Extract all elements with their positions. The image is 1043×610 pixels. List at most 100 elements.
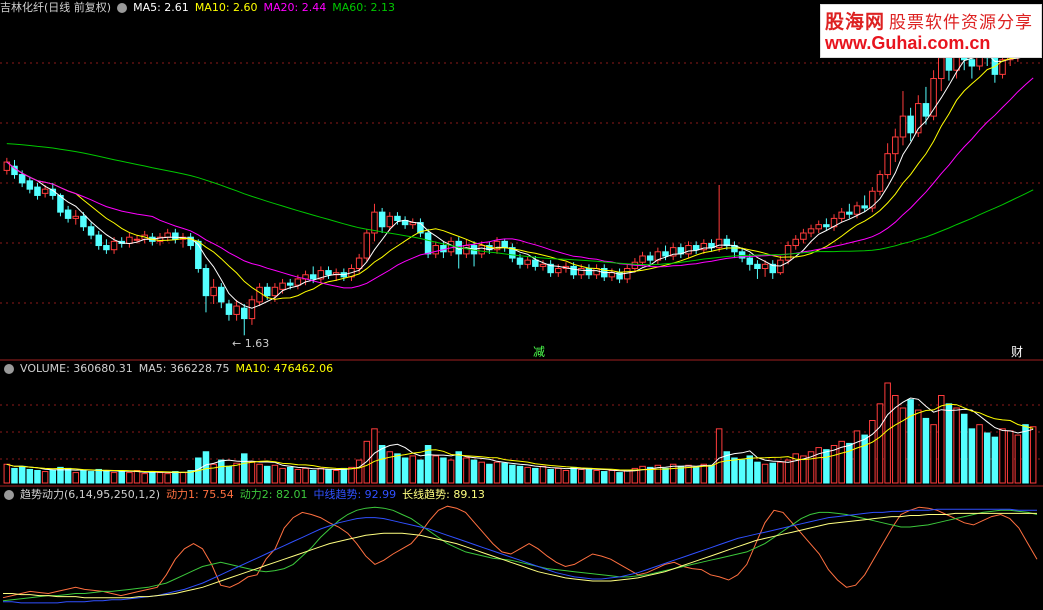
candle-body <box>225 303 233 315</box>
volume-bar <box>302 467 309 484</box>
candle-body <box>248 299 256 320</box>
stock-chart[interactable] <box>0 0 1043 610</box>
volume-bar <box>983 432 991 484</box>
volume-bar <box>363 440 371 484</box>
volume-bar <box>700 463 708 484</box>
candle-body <box>585 268 593 276</box>
candle-body <box>440 245 447 253</box>
candle-body <box>394 215 401 221</box>
candle-body <box>133 238 141 241</box>
volume-bar <box>286 466 294 484</box>
volume-bar <box>417 459 424 484</box>
candle-body <box>355 257 363 269</box>
volume-bar <box>486 463 493 484</box>
volume-bar <box>938 395 945 484</box>
volume-bar <box>976 424 983 484</box>
candle-body <box>26 180 34 190</box>
candle-body <box>110 240 118 251</box>
volume-bar <box>11 467 18 484</box>
volume-bar <box>432 455 440 484</box>
candle-body <box>938 57 945 80</box>
volume-bar <box>516 465 524 484</box>
volume-bar <box>26 468 34 484</box>
volume-bar <box>263 465 271 484</box>
volume-bar <box>907 399 914 484</box>
candle-body <box>807 228 815 234</box>
candle-body <box>309 274 317 280</box>
volume-bar <box>64 467 72 484</box>
volume-bar <box>478 461 485 484</box>
candle-body <box>823 224 830 228</box>
candle-body <box>899 115 907 138</box>
candle-body <box>524 259 531 265</box>
volume-bar <box>600 471 608 484</box>
volume-bar <box>715 428 723 484</box>
volume-bar <box>72 472 80 484</box>
candle-body <box>256 286 263 303</box>
candle-body <box>761 263 769 270</box>
candle-body <box>218 286 225 303</box>
vol-ma10-value: MA10: 476462.06 <box>235 362 334 375</box>
d1-value: 动力1: 75.54 <box>166 488 234 501</box>
volume-bar <box>110 472 118 484</box>
indicator-line-d1 <box>2 505 1038 599</box>
candle-body <box>861 205 868 209</box>
candle-body <box>646 255 654 261</box>
candle-body <box>570 265 577 276</box>
volume-bar <box>355 459 363 484</box>
candle-body <box>723 238 731 247</box>
candle-body <box>378 211 386 228</box>
volume-bar <box>999 428 1006 484</box>
volume-bar <box>256 463 263 484</box>
volume-bar <box>493 461 501 484</box>
signal-finance-label: 财 <box>1011 345 1024 359</box>
candle-body <box>294 278 302 286</box>
volume-bar <box>608 470 616 484</box>
volume-bar <box>248 461 256 484</box>
volume-bar <box>1029 426 1037 484</box>
candle-body <box>279 282 286 290</box>
volume-bar <box>555 467 562 484</box>
volume-bar <box>578 468 585 484</box>
candle-body <box>363 232 371 259</box>
volume-bar <box>524 466 531 484</box>
volume-bar <box>593 470 600 484</box>
logo-slogan: 股票软件资源分享 <box>889 13 1034 33</box>
candle-body <box>907 115 914 134</box>
candle-body <box>386 215 394 228</box>
volume-bar <box>953 407 960 484</box>
volume-bar <box>677 465 685 484</box>
volume-bar <box>570 466 577 484</box>
d2-value: 动力2: 82.01 <box>239 488 308 501</box>
volume-bar <box>532 467 539 484</box>
candle-body <box>41 188 49 194</box>
candle-body <box>210 286 217 297</box>
volume-bar <box>562 470 570 484</box>
volume-value: VOLUME: 360680.31 <box>20 362 133 375</box>
settings-circle-icon[interactable] <box>4 490 14 500</box>
volume-bar <box>991 436 999 484</box>
candle-body <box>478 245 485 255</box>
volume-bar <box>869 420 876 484</box>
volume-bar <box>616 472 623 484</box>
candle-body <box>532 259 539 267</box>
candle-body <box>424 232 432 255</box>
volume-bar <box>225 465 233 484</box>
settings-circle-icon[interactable] <box>4 364 14 374</box>
volume-bar <box>3 463 11 484</box>
volume-bar <box>960 413 968 484</box>
candle-body <box>930 78 937 117</box>
volume-bar <box>210 463 217 484</box>
stock-name: 吉林化纤(日线 前复权) <box>0 1 112 14</box>
volume-bar <box>915 409 922 484</box>
candle-body <box>325 270 332 276</box>
volume-bar <box>746 455 754 484</box>
candle-body <box>869 190 876 209</box>
candle-body <box>241 307 248 320</box>
volume-bar <box>325 468 332 484</box>
indicator-line-mid <box>3 508 1037 604</box>
volume-bar <box>669 463 677 484</box>
volume-bar <box>95 468 102 484</box>
volume-bar <box>623 470 631 484</box>
settings-circle-icon[interactable] <box>117 3 128 13</box>
